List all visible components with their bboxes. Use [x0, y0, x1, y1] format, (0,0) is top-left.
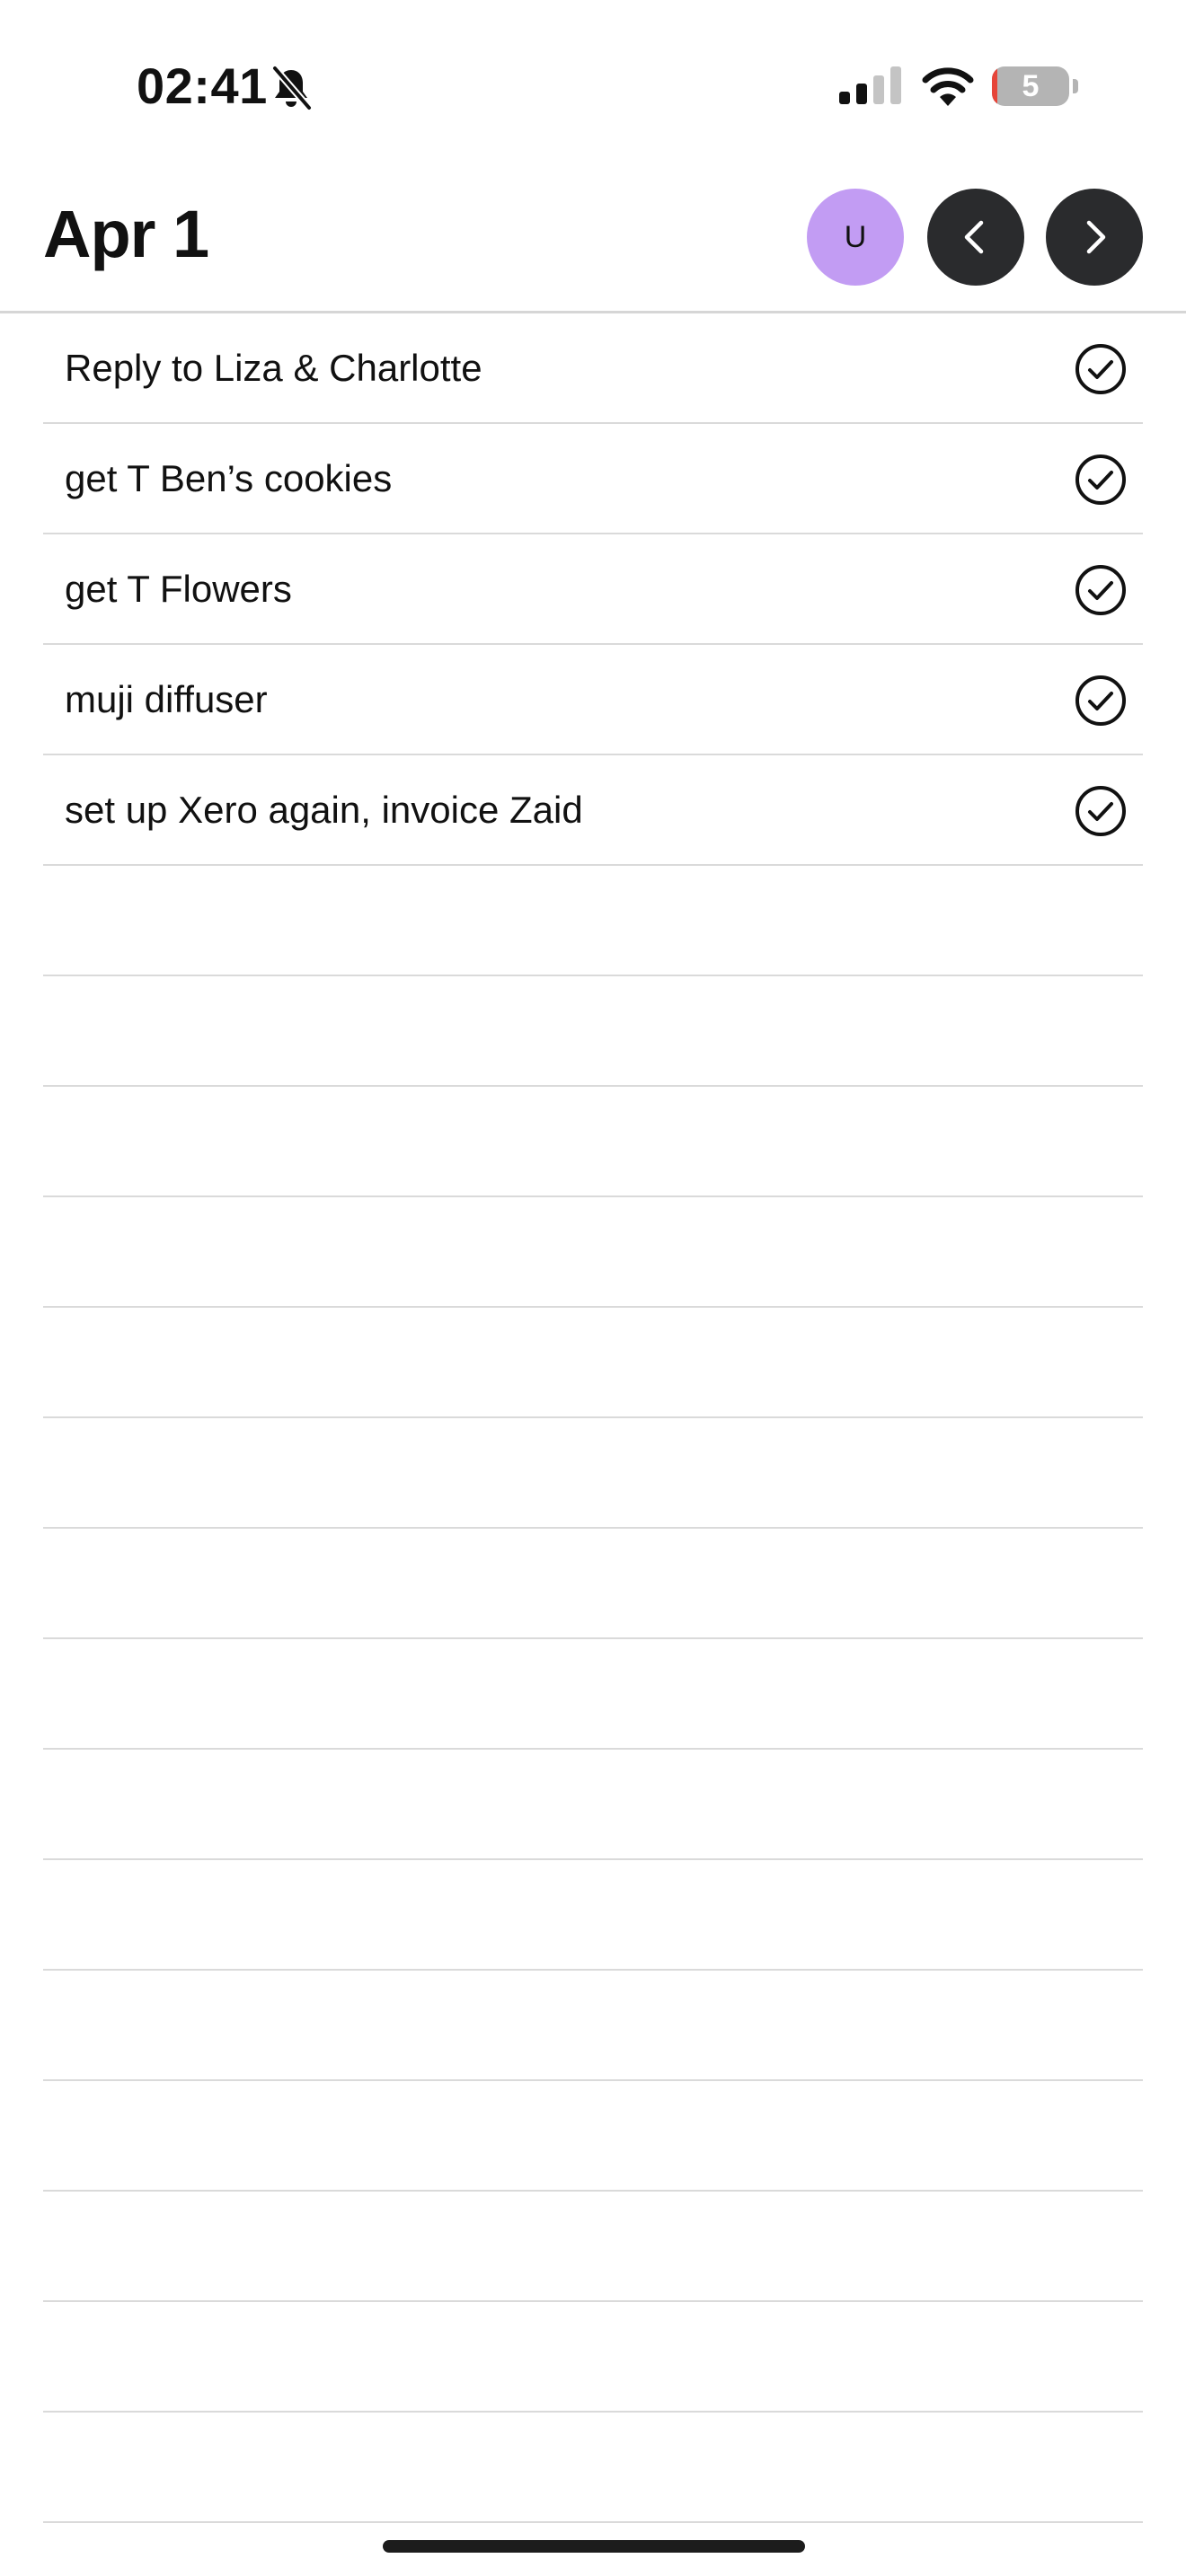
empty-task-row[interactable]	[43, 2192, 1143, 2302]
empty-task-row[interactable]	[43, 1308, 1143, 1418]
check-circle-icon[interactable]	[1075, 564, 1127, 616]
header: Apr 1 U	[0, 162, 1186, 313]
check-circle-icon[interactable]	[1075, 454, 1127, 506]
task-list: Reply to Liza & Charlotte get T Ben’s coo…	[43, 313, 1143, 2523]
cellular-signal-icon	[839, 66, 901, 104]
task-row[interactable]: set up Xero again, invoice Zaid	[43, 755, 1143, 866]
empty-task-row[interactable]	[43, 1750, 1143, 1860]
check-circle-icon[interactable]	[1075, 343, 1127, 395]
task-text[interactable]: Reply to Liza & Charlotte	[65, 313, 482, 422]
next-day-button[interactable]	[1046, 189, 1143, 286]
task-text[interactable]: get T Ben’s cookies	[65, 424, 392, 533]
battery-level: 5	[1022, 69, 1040, 103]
status-bar: 02:41 5	[0, 0, 1186, 162]
empty-task-row[interactable]	[43, 1639, 1143, 1750]
avatar-initial: U	[844, 219, 867, 254]
chevron-left-icon	[964, 220, 984, 254]
wifi-icon	[922, 67, 974, 106]
empty-task-row[interactable]	[43, 2081, 1143, 2192]
check-circle-icon[interactable]	[1075, 785, 1127, 837]
task-row[interactable]: get T Ben’s cookies	[43, 424, 1143, 534]
empty-task-row[interactable]	[43, 1087, 1143, 1197]
task-row[interactable]: get T Flowers	[43, 534, 1143, 645]
avatar[interactable]: U	[807, 189, 904, 286]
battery-icon: 5	[992, 66, 1078, 106]
empty-task-row[interactable]	[43, 1418, 1143, 1529]
task-row[interactable]: muji diffuser	[43, 645, 1143, 755]
empty-task-row[interactable]	[43, 1197, 1143, 1308]
previous-day-button[interactable]	[927, 189, 1024, 286]
bell-slash-icon	[271, 65, 313, 111]
task-text[interactable]: set up Xero again, invoice Zaid	[65, 755, 583, 864]
chevron-right-icon	[1086, 220, 1106, 254]
empty-task-row[interactable]	[43, 2302, 1143, 2413]
empty-task-row[interactable]	[43, 976, 1143, 1087]
empty-task-row[interactable]	[43, 1971, 1143, 2081]
home-indicator[interactable]	[383, 2540, 805, 2553]
task-text[interactable]: get T Flowers	[65, 534, 292, 643]
empty-task-row[interactable]	[43, 2413, 1143, 2523]
page-title: Apr 1	[43, 197, 209, 271]
task-text[interactable]: muji diffuser	[65, 645, 268, 754]
status-time: 02:41	[137, 57, 268, 114]
check-circle-icon[interactable]	[1075, 675, 1127, 727]
empty-task-row[interactable]	[43, 1529, 1143, 1639]
task-row[interactable]: Reply to Liza & Charlotte	[43, 313, 1143, 424]
empty-task-row[interactable]	[43, 1860, 1143, 1971]
empty-task-row[interactable]	[43, 866, 1143, 976]
